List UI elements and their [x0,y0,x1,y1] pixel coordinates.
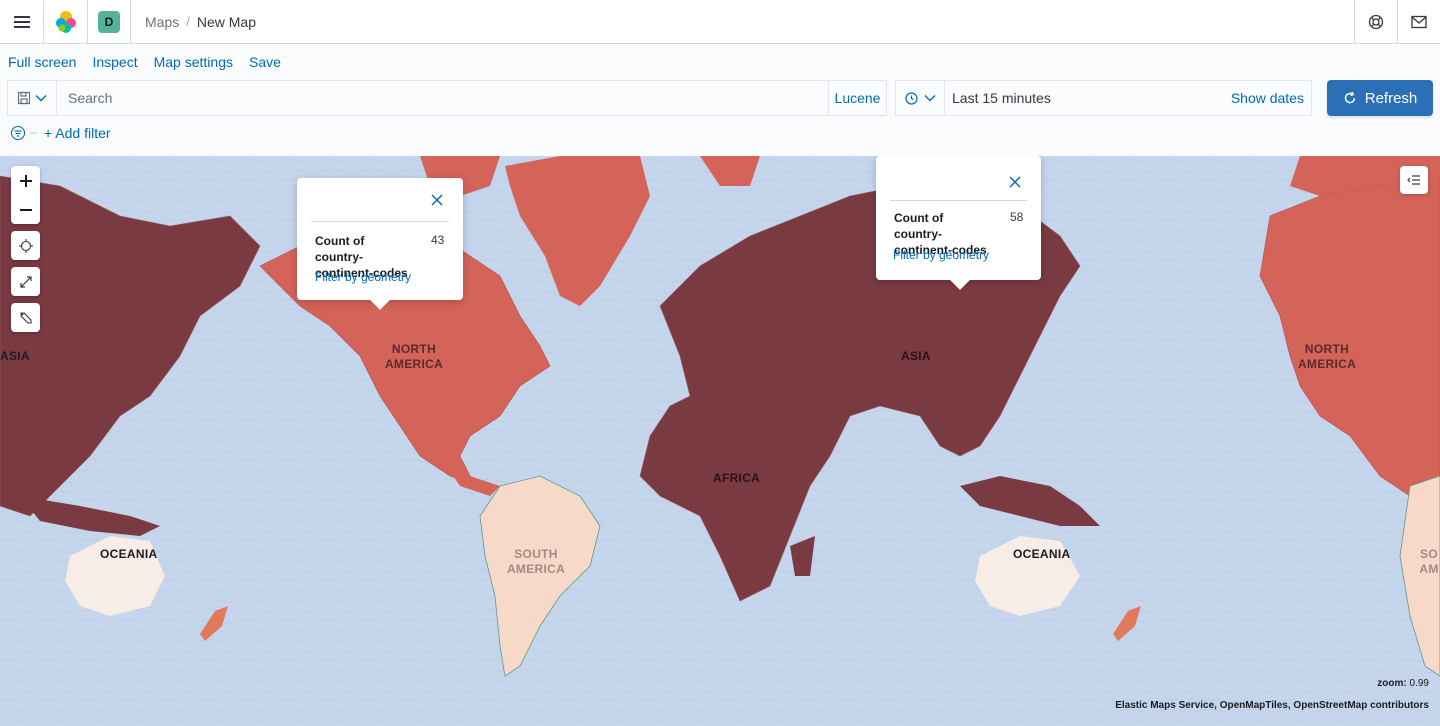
breadcrumb-new-map: New Map [196,13,256,30]
zoom-value: 0.99 [1409,678,1429,689]
query-language-button[interactable]: Lucene [828,81,886,115]
map-attribution[interactable]: Elastic Maps Service, OpenMapTiles, Open… [1115,700,1429,711]
filter-separator [30,132,37,134]
refresh-label: Refresh [1364,89,1418,107]
zoom-controls [11,166,40,224]
expand-icon [19,275,32,288]
chevron-down-icon [35,95,47,102]
close-icon[interactable] [1007,174,1023,190]
filter-by-geometry-link[interactable]: Filter by geometry [315,270,411,284]
add-filter-link[interactable]: + Add filter [44,125,111,141]
filter-icon[interactable] [10,125,26,141]
label-south-america-right: SO AM [1419,547,1439,576]
label-africa: AFRICA [713,471,761,485]
header-right [1354,0,1440,44]
save-icon [17,91,31,105]
menu-left-icon [1407,175,1420,185]
news-button[interactable] [1397,0,1440,44]
zoom-level: zoom: 0.99 [1377,678,1429,689]
label-oceania-left: OCEANIA [100,547,158,561]
minus-icon [19,208,32,211]
inspect-link[interactable]: Inspect [92,54,137,70]
tools-button[interactable] [11,303,40,332]
top-nav: Full screen Inspect Map settings Save Lu… [0,44,1440,156]
popup-divider [890,200,1027,201]
zoom-label: zoom: [1377,678,1407,689]
fit-bounds-control [11,267,40,296]
set-view-control [11,231,40,260]
date-picker: Last 15 minutes Show dates [895,80,1312,116]
wrench-icon [19,311,32,324]
label-asia-left: ASIA [0,349,30,363]
elastic-logo[interactable] [44,0,88,44]
filter-bar: + Add filter [10,125,111,141]
top-menu: Full screen Inspect Map settings Save [8,54,297,70]
popup-property-value: 58 [1010,210,1024,224]
query-bar: Lucene [7,80,887,116]
help-button[interactable] [1354,0,1397,44]
refresh-icon [1344,91,1355,104]
popup-divider [311,221,449,222]
search-input[interactable] [57,81,828,115]
crosshair-icon [18,238,33,253]
quick-select-button[interactable] [896,81,945,115]
label-north-america: NORTH AMERICA [384,342,444,371]
space-avatar: D [98,10,120,33]
zoom-out-button[interactable] [11,195,40,224]
label-oceania-right: OCEANIA [1013,547,1071,561]
clock-icon [904,91,918,105]
elastic-logo-icon [55,10,76,33]
app-header: D Maps / New Map [0,0,1440,44]
show-dates-link[interactable]: Show dates [1231,90,1311,106]
tooltip-popup: Count of country-continent-codes 43 Filt… [297,178,463,310]
close-icon[interactable] [429,192,445,208]
breadcrumb: Maps / New Map [131,14,256,30]
mail-icon [1411,15,1427,29]
help-icon [1368,14,1384,30]
map-settings-link[interactable]: Map settings [154,54,233,70]
refresh-button[interactable]: Refresh [1327,80,1433,116]
breadcrumb-separator: / [186,14,190,29]
hamburger-icon [13,15,30,28]
save-link[interactable]: Save [249,54,281,70]
set-view-button[interactable] [11,231,40,260]
zoom-in-button[interactable] [11,166,40,195]
label-asia: ASIA [901,349,931,363]
breadcrumb-maps[interactable]: Maps [145,14,179,30]
map-canvas[interactable]: ASIA NORTH AMERICA ASIA AFRICA OCEANIA S… [0,156,1440,726]
full-screen-link[interactable]: Full screen [8,54,76,70]
layer-control-toggle[interactable] [1400,166,1428,194]
date-range-text[interactable]: Last 15 minutes [945,90,1231,106]
label-south-america: SOUTH AMERICA [506,547,566,576]
label-north-america-right: NORTH AMERICA [1297,342,1357,371]
map-background [0,156,1440,726]
chevron-down-icon [924,95,935,102]
popup-property-value: 43 [431,233,445,247]
fit-to-data-button[interactable] [11,267,40,296]
menu-button[interactable] [0,0,44,44]
plus-icon [19,174,32,187]
tools-control [11,303,40,332]
saved-query-button[interactable] [8,81,57,115]
tooltip-popup: Count of country-continent-codes 58 Filt… [876,156,1041,290]
filter-by-geometry-link[interactable]: Filter by geometry [893,248,989,262]
space-selector[interactable]: D [88,0,131,44]
